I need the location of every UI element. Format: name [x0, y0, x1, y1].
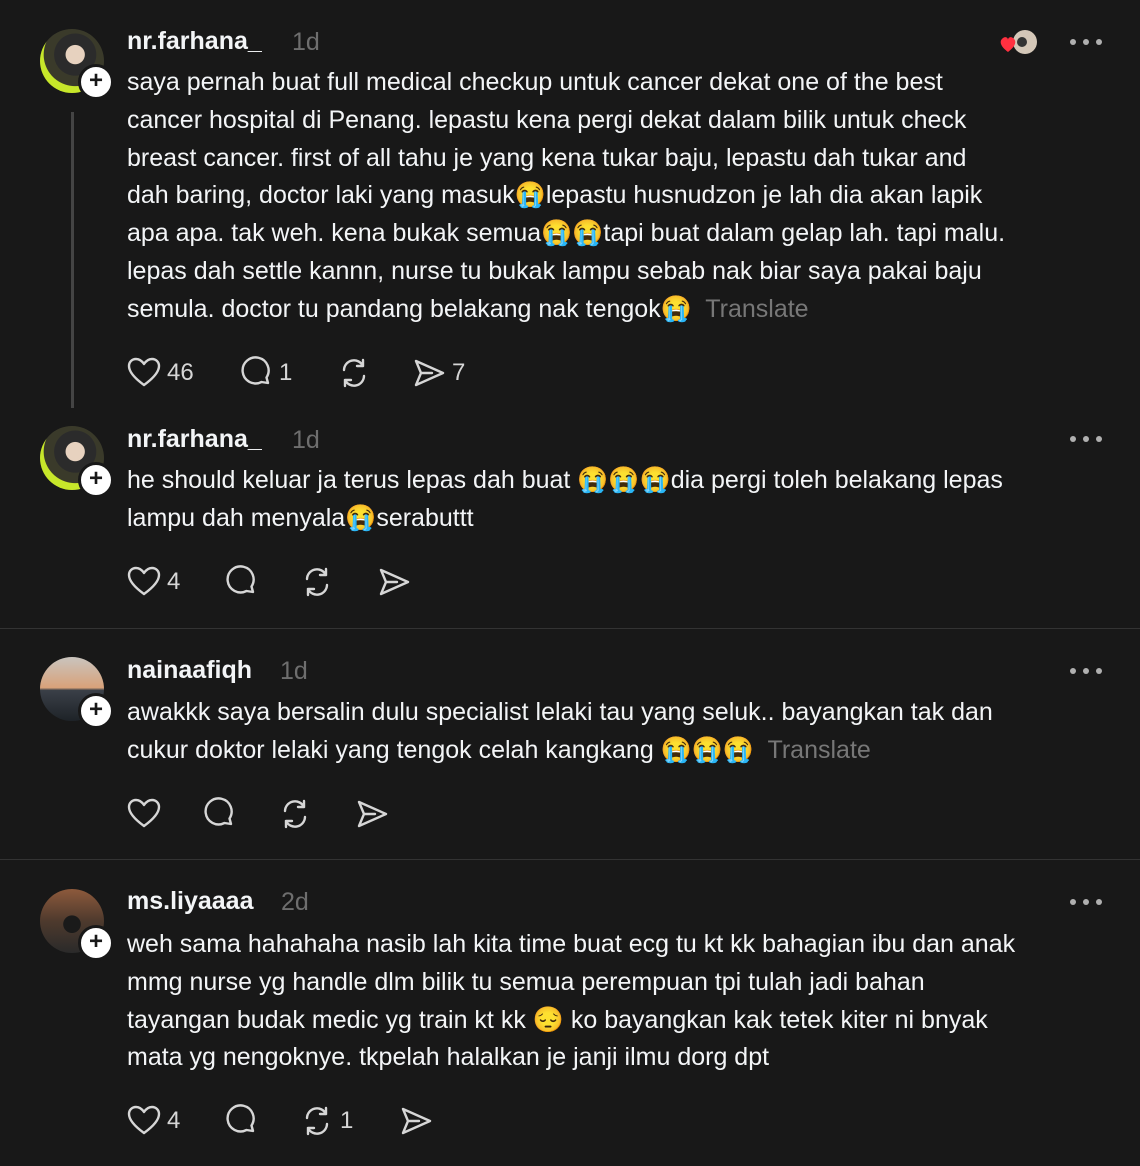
repost-icon — [342, 358, 366, 388]
follow-plus-icon[interactable]: + — [78, 462, 114, 498]
post-text: he should keluar ja terus lepas dah buat… — [127, 466, 1003, 532]
repost-button[interactable] — [337, 353, 377, 393]
repost-count: 1 — [340, 1107, 354, 1134]
more-icon[interactable] — [1070, 38, 1102, 46]
follow-plus-icon[interactable]: + — [78, 64, 114, 100]
reply-button[interactable] — [224, 1101, 258, 1141]
comment-icon — [226, 565, 255, 594]
heart-icon — [127, 357, 161, 387]
repost-button[interactable]: 1 — [300, 1101, 353, 1141]
username[interactable]: nr.farhana_ — [127, 425, 262, 454]
reply-button[interactable] — [202, 794, 236, 834]
comment-icon — [226, 1104, 255, 1133]
divider — [0, 628, 1140, 629]
send-icon — [414, 359, 445, 387]
liked-by-avatars-icon[interactable] — [998, 27, 1040, 57]
heart-icon — [127, 566, 161, 596]
heart-icon — [127, 1105, 161, 1135]
reply-count: 1 — [279, 359, 293, 386]
follow-plus-icon[interactable]: + — [78, 693, 114, 729]
reply-button[interactable]: 1 — [239, 353, 292, 393]
share-button[interactable] — [399, 1101, 433, 1141]
share-button[interactable] — [377, 562, 411, 602]
reply-button[interactable] — [224, 562, 258, 602]
post-text: awakkk saya bersalin dulu specialist lel… — [127, 698, 993, 764]
comment-icon — [241, 356, 270, 385]
username[interactable]: nainaafiqh — [127, 656, 252, 685]
like-count: 4 — [167, 568, 181, 595]
post-text: saya pernah buat full medical checkup un… — [127, 68, 1006, 323]
divider — [0, 859, 1140, 860]
send-icon — [357, 800, 388, 828]
timestamp: 1d — [292, 426, 320, 454]
more-icon[interactable] — [1070, 667, 1102, 675]
share-button[interactable] — [355, 794, 389, 834]
like-count: 4 — [167, 1107, 181, 1134]
username[interactable]: nr.farhana_ — [127, 27, 262, 56]
comment-icon — [204, 797, 233, 826]
like-button[interactable]: 4 — [127, 1101, 180, 1141]
send-icon — [379, 568, 410, 596]
repost-icon — [305, 567, 329, 597]
thread-line — [71, 112, 74, 408]
like-button[interactable] — [127, 794, 161, 834]
follow-plus-icon[interactable]: + — [78, 925, 114, 961]
timestamp: 1d — [280, 657, 308, 685]
like-button[interactable]: 46 — [127, 353, 194, 393]
more-icon[interactable] — [1070, 898, 1102, 906]
post-text: weh sama hahahaha nasib lah kita time bu… — [127, 930, 1016, 1072]
like-button[interactable]: 4 — [127, 562, 180, 602]
like-count: 46 — [167, 359, 194, 386]
repost-icon — [305, 1106, 329, 1136]
more-icon[interactable] — [1070, 435, 1102, 443]
repost-button[interactable] — [300, 562, 334, 602]
translate-link[interactable]: Translate — [768, 736, 871, 764]
timestamp: 1d — [292, 28, 320, 56]
translate-link[interactable]: Translate — [705, 295, 808, 323]
timestamp: 2d — [281, 888, 309, 916]
send-icon — [401, 1107, 432, 1135]
repost-button[interactable] — [278, 794, 312, 834]
heart-icon — [127, 798, 161, 828]
username[interactable]: ms.liyaaaa — [127, 887, 254, 916]
share-button[interactable]: 7 — [412, 353, 465, 393]
share-count: 7 — [452, 359, 466, 386]
repost-icon — [283, 799, 307, 829]
